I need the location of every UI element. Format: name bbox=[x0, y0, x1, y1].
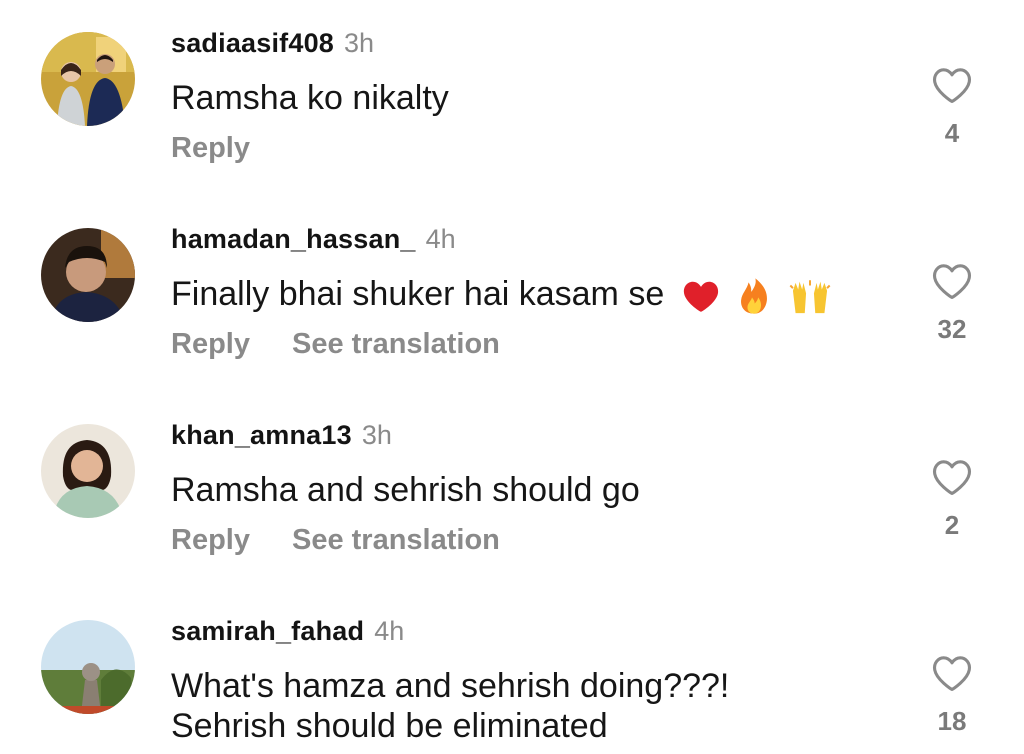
see-translation-button[interactable]: See translation bbox=[292, 524, 500, 557]
timestamp: 3h bbox=[344, 28, 375, 58]
username[interactable]: hamadan_hassan_ bbox=[171, 224, 416, 255]
username[interactable]: samirah_fahad bbox=[171, 616, 364, 647]
comment-actions: Reply bbox=[171, 130, 250, 166]
timestamp: 4h bbox=[374, 616, 405, 646]
comment-header: hamadan_hassan_ 4h bbox=[171, 224, 456, 264]
like-count: 2 bbox=[944, 510, 960, 540]
raising-hands-emoji bbox=[789, 280, 830, 314]
see-translation-button[interactable]: See translation bbox=[292, 328, 500, 361]
comment-actions: Reply See translation bbox=[171, 522, 500, 558]
like-count: 18 bbox=[937, 706, 967, 736]
heart-outline-icon[interactable] bbox=[931, 262, 973, 300]
comment-text: Ramsha ko nikalty bbox=[171, 79, 449, 117]
username[interactable]: khan_amna13 bbox=[171, 420, 352, 451]
heart-outline-icon[interactable] bbox=[931, 66, 973, 104]
like-count: 32 bbox=[937, 314, 967, 344]
timestamp: 4h bbox=[425, 224, 456, 254]
comment-header: khan_amna13 3h bbox=[171, 420, 392, 460]
fire-emoji bbox=[741, 278, 768, 314]
avatar[interactable] bbox=[41, 620, 135, 714]
comment-item: sadiaasif408 3h Ramsha ko nikalty Reply … bbox=[0, 28, 1024, 178]
comment-header: samirah_fahad 4h bbox=[171, 616, 404, 656]
timestamp: 3h bbox=[361, 420, 392, 450]
comment-text: Ramsha and sehrish should go bbox=[171, 471, 640, 509]
heart-emoji bbox=[683, 281, 718, 312]
username[interactable]: sadiaasif408 bbox=[171, 28, 334, 59]
reply-button[interactable]: Reply bbox=[171, 328, 250, 361]
avatar[interactable] bbox=[41, 228, 135, 322]
comment-text-line-1: What's hamza and sehrish doing???! bbox=[171, 667, 730, 705]
reply-button[interactable]: Reply bbox=[171, 524, 250, 557]
like-control: 2 bbox=[920, 458, 984, 541]
like-control: 32 bbox=[920, 262, 984, 345]
comment-actions: Reply See translation bbox=[171, 326, 500, 362]
avatar[interactable] bbox=[41, 424, 135, 518]
like-control: 18 bbox=[920, 654, 984, 737]
heart-outline-icon[interactable] bbox=[931, 654, 973, 692]
heart-outline-icon[interactable] bbox=[931, 458, 973, 496]
reply-button[interactable]: Reply bbox=[171, 132, 250, 165]
comment-text-line-2: Sehrish should be eliminated bbox=[171, 707, 608, 745]
like-count: 4 bbox=[944, 118, 960, 148]
comment-header: sadiaasif408 3h bbox=[171, 28, 374, 68]
comment-item: samirah_fahad 4h What's hamza and sehris… bbox=[0, 616, 1024, 754]
like-control: 4 bbox=[920, 66, 984, 149]
comment-item: hamadan_hassan_ 4h Finally bhai shuker h… bbox=[0, 224, 1024, 374]
comment-text-row: Finally bhai shuker hai kasam se bbox=[171, 274, 831, 315]
comment-text: Finally bhai shuker hai kasam se bbox=[171, 275, 665, 313]
avatar[interactable] bbox=[41, 32, 135, 126]
comment-item: khan_amna13 3h Ramsha and sehrish should… bbox=[0, 420, 1024, 570]
